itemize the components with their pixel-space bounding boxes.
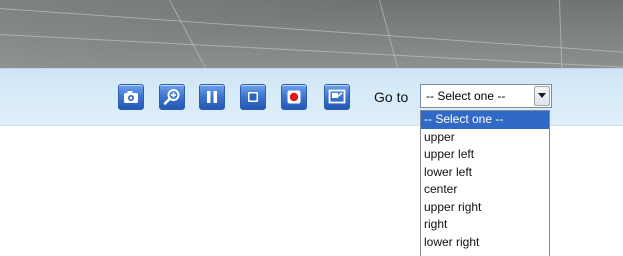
preset-position-select[interactable]: -- Select one -- bbox=[420, 84, 552, 108]
select-current-value: -- Select one -- bbox=[426, 89, 506, 103]
ceiling-tile-line bbox=[169, 0, 208, 68]
dropdown-option-select-one[interactable]: -- Select one -- bbox=[421, 111, 549, 129]
ceiling-tile-line bbox=[0, 8, 623, 54]
ceiling-tile-line bbox=[0, 34, 623, 68]
preset-position-dropdown-list: -- Select one -- upper upper left lower … bbox=[420, 110, 550, 256]
dropdown-option-upper-left[interactable]: upper left bbox=[421, 146, 549, 164]
snapshot-button[interactable] bbox=[118, 84, 144, 110]
ceiling-tile-line bbox=[559, 0, 563, 68]
select-dropdown-button[interactable] bbox=[534, 86, 550, 106]
goto-label: Go to bbox=[374, 89, 409, 105]
camera-live-view bbox=[0, 0, 623, 68]
dropdown-option-lower-right[interactable]: lower right bbox=[421, 234, 549, 252]
dropdown-option-right[interactable]: right bbox=[421, 216, 549, 234]
stop-icon bbox=[248, 92, 258, 102]
camera-icon bbox=[124, 91, 138, 103]
record-icon bbox=[287, 90, 301, 104]
dropdown-option-upper[interactable]: upper bbox=[421, 129, 549, 147]
dropdown-option-upper-right[interactable]: upper right bbox=[421, 199, 549, 217]
record-button[interactable] bbox=[281, 84, 307, 110]
pause-icon bbox=[207, 91, 217, 103]
fullscreen-icon bbox=[328, 89, 346, 104]
pause-button[interactable] bbox=[199, 84, 225, 110]
zoom-in-icon bbox=[163, 89, 180, 105]
stop-button[interactable] bbox=[240, 84, 266, 110]
digital-zoom-button[interactable] bbox=[159, 84, 185, 110]
dropdown-option-center[interactable]: center bbox=[421, 181, 549, 199]
fullscreen-button[interactable] bbox=[324, 84, 350, 110]
chevron-down-icon bbox=[538, 93, 546, 98]
dropdown-option-lower-left[interactable]: lower left bbox=[421, 164, 549, 182]
